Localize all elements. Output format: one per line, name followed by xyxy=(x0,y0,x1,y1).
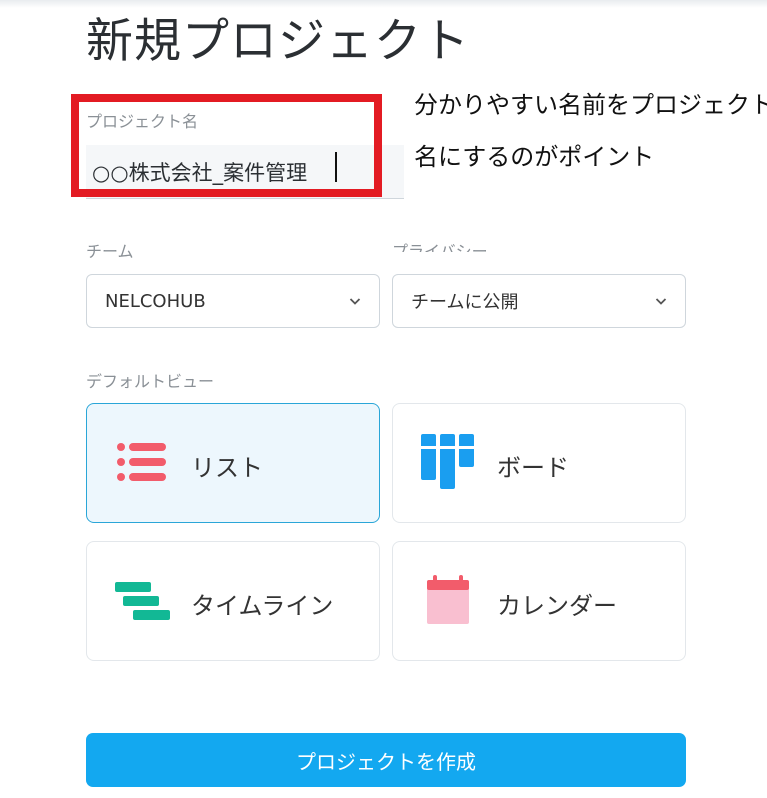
privacy-label: プライバシー xyxy=(392,242,488,252)
chevron-down-icon xyxy=(349,298,361,305)
team-select[interactable]: NELCOHUB xyxy=(86,274,380,328)
team-select-value: NELCOHUB xyxy=(105,290,206,312)
privacy-select[interactable]: チームに公開 xyxy=(392,274,686,328)
view-option-label: リスト xyxy=(191,454,263,482)
default-view-label: デフォルトビュー xyxy=(86,372,215,391)
view-option-label: ボード xyxy=(497,454,569,482)
page-title: 新規プロジェクト xyxy=(86,14,470,69)
top-bar-shadow xyxy=(0,0,767,8)
view-option-board[interactable]: ボード xyxy=(392,403,686,523)
list-icon xyxy=(117,443,166,481)
annotation-note: 分かりやすい名前をプロジェクト 名にするのがポイント xyxy=(414,90,767,194)
annotation-highlight-box xyxy=(71,94,382,197)
calendar-icon xyxy=(427,575,469,624)
view-option-calendar[interactable]: カレンダー xyxy=(392,541,686,661)
team-label: チーム xyxy=(86,242,134,261)
annotation-line-2: 名にするのがポイント xyxy=(414,143,655,171)
view-option-label: タイムライン xyxy=(191,592,334,620)
chevron-down-icon xyxy=(655,298,667,305)
privacy-select-value: チームに公開 xyxy=(411,292,519,313)
timeline-icon xyxy=(115,582,170,620)
view-option-list[interactable]: リスト xyxy=(86,403,380,523)
annotation-line-1: 分かりやすい名前をプロジェクト xyxy=(414,91,767,119)
view-option-label: カレンダー xyxy=(497,592,617,620)
board-icon xyxy=(421,434,474,489)
view-option-timeline[interactable]: タイムライン xyxy=(86,541,380,661)
create-project-button[interactable]: プロジェクトを作成 xyxy=(86,733,686,787)
